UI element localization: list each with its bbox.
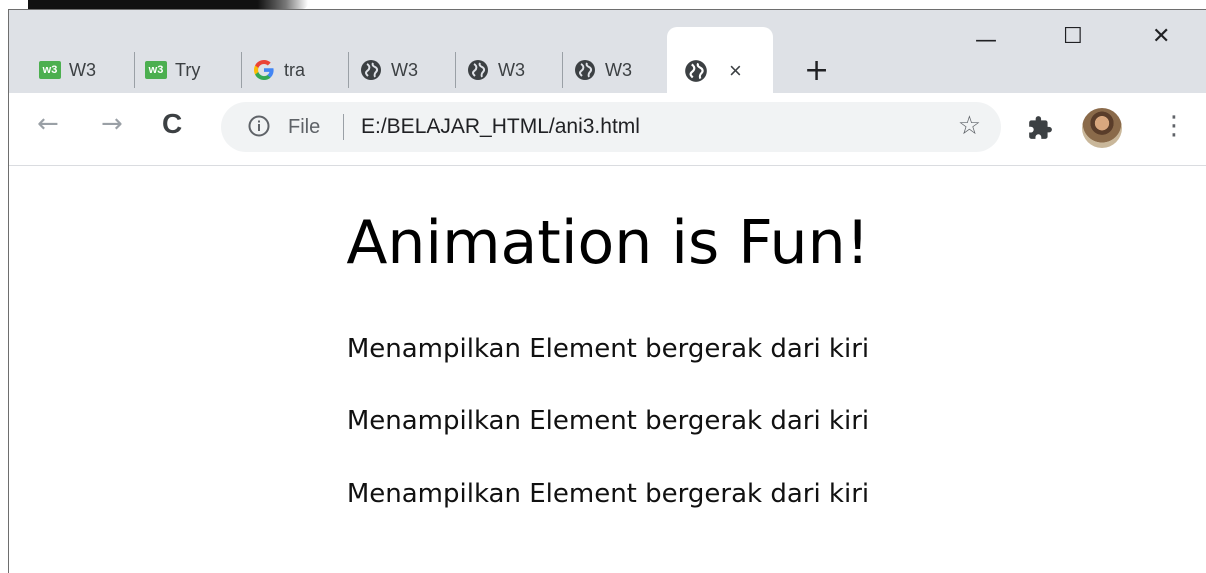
page-content: Animation is Fun! Menampilkan Element be… — [9, 166, 1206, 573]
tab-active[interactable]: × — [667, 27, 773, 93]
url-text[interactable]: E:/BELAJAR_HTML/ani3.html — [361, 115, 640, 139]
extensions-puzzle-icon[interactable] — [1027, 115, 1053, 145]
tab-title: tra — [284, 59, 306, 80]
tab-title: W3 — [391, 59, 418, 80]
tab-title: W3 — [498, 59, 525, 80]
maximize-button[interactable]: ☐ — [1063, 24, 1083, 49]
w3schools-icon: w3 — [39, 61, 61, 79]
globe-icon — [683, 58, 709, 84]
tab-title: W3 — [605, 59, 632, 80]
minimize-button[interactable]: — — [975, 28, 997, 53]
page-heading: Animation is Fun! — [346, 208, 870, 278]
forward-button[interactable]: → — [101, 111, 123, 137]
close-window-button[interactable]: ✕ — [1152, 24, 1170, 49]
scheme-label: File — [288, 116, 321, 138]
globe-icon — [573, 58, 597, 82]
tab-strip: w3 W3 w3 Try tra W3 W3 W3 × + — ☐ ✕ — [9, 10, 1206, 93]
close-tab-icon[interactable]: × — [729, 58, 742, 84]
address-bar[interactable]: File E:/BELAJAR_HTML/ani3.html ☆ — [221, 102, 1001, 152]
bookmark-star-icon[interactable]: ☆ — [958, 111, 981, 141]
browser-window: w3 W3 w3 Try tra W3 W3 W3 × + — ☐ ✕ ← → … — [8, 9, 1206, 573]
w3schools-icon: w3 — [145, 61, 167, 79]
globe-icon — [466, 58, 490, 82]
back-button[interactable]: ← — [37, 111, 59, 137]
desktop-artifact — [28, 0, 308, 9]
menu-kebab-icon[interactable]: ⋮ — [1161, 113, 1187, 139]
info-icon[interactable] — [247, 114, 271, 142]
reload-button[interactable]: C — [162, 110, 182, 138]
paragraph-2: Menampilkan Element bergerak dari kiri — [346, 406, 870, 436]
browser-toolbar: ← → C File E:/BELAJAR_HTML/ani3.html ☆ ⋮ — [9, 93, 1206, 166]
tab-w3-globe-3[interactable]: W3 — [543, 50, 670, 90]
globe-icon — [359, 58, 383, 82]
paragraph-3: Menampilkan Element bergerak dari kiri — [346, 479, 870, 509]
profile-avatar[interactable] — [1082, 108, 1122, 148]
tab-title: W3 — [69, 59, 96, 80]
google-icon — [252, 58, 276, 82]
paragraph-1: Menampilkan Element bergerak dari kiri — [346, 334, 870, 364]
new-tab-button[interactable]: + — [804, 56, 829, 86]
tab-title: Try — [175, 59, 201, 80]
